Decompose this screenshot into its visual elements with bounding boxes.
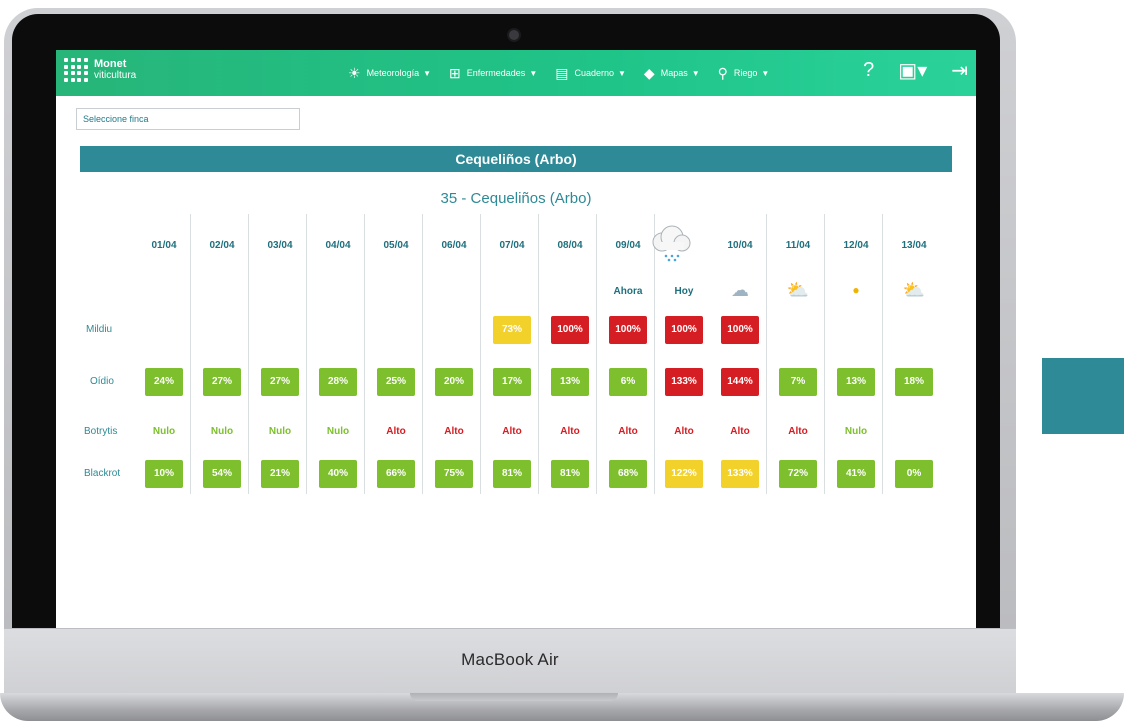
row-label-mildiu: Mildiu xyxy=(86,324,113,335)
risk-level-text: Nulo xyxy=(844,426,868,437)
risk-level-text: Nulo xyxy=(210,426,234,437)
risk-cell: 40% xyxy=(319,460,357,488)
risk-cell: 100% xyxy=(551,316,589,344)
column-divider xyxy=(824,214,825,494)
snow-cloud-icon: ☁ xyxy=(731,280,749,300)
risk-level-text: Alto xyxy=(618,426,638,437)
risk-cell: 25% xyxy=(377,368,415,396)
column-divider xyxy=(422,214,423,494)
risk-cell: 27% xyxy=(261,368,299,396)
date-header: 11/04 xyxy=(785,240,811,251)
risk-level-text: Alto xyxy=(502,426,522,437)
risk-level-text: Nulo xyxy=(326,426,350,437)
column-divider xyxy=(882,214,883,494)
risk-cell: 13% xyxy=(551,368,589,396)
risk-cell: 17% xyxy=(493,368,531,396)
risk-level-text: Nulo xyxy=(268,426,292,437)
risk-level-text: Alto xyxy=(386,426,406,437)
risk-cell: 27% xyxy=(203,368,241,396)
risk-cell: 24% xyxy=(145,368,183,396)
date-header: 03/04 xyxy=(267,240,293,251)
period-label: Ahora xyxy=(613,286,643,297)
column-divider xyxy=(538,214,539,494)
date-header: 12/04 xyxy=(843,240,869,251)
risk-cell: 7% xyxy=(779,368,817,396)
row-label-oídio: Oídio xyxy=(90,376,114,387)
risk-level-text: Alto xyxy=(444,426,464,437)
risk-cell: 28% xyxy=(319,368,357,396)
risk-cell: 66% xyxy=(377,460,415,488)
column-divider xyxy=(248,214,249,494)
risk-cell: 18% xyxy=(895,368,933,396)
risk-cell: 75% xyxy=(435,460,473,488)
risk-cell: 81% xyxy=(493,460,531,488)
partly-cloudy-icon: ⛅ xyxy=(786,280,810,300)
app-screen: Monet viticultura ☀ Meteorología ▼ ⊞ Enf… xyxy=(56,50,976,628)
date-header: 13/04 xyxy=(901,240,927,251)
risk-level-text: Alto xyxy=(730,426,750,437)
partly-cloudy-icon: ⛅ xyxy=(902,280,926,300)
risk-cell: 68% xyxy=(609,460,647,488)
risk-level-text: Alto xyxy=(674,426,694,437)
sun-icon: ● xyxy=(852,283,860,297)
rain-cloud-icon xyxy=(652,225,691,262)
camera-icon xyxy=(509,30,519,40)
date-header: 01/04 xyxy=(151,240,177,251)
column-divider xyxy=(480,214,481,494)
risk-cell: 41% xyxy=(837,460,875,488)
risk-table: 01/04 02/04 03/04 04/04 05/04 06/04 07/04 08/04… xyxy=(56,50,976,628)
decorative-teal-block xyxy=(1042,358,1124,434)
risk-cell: 133% xyxy=(665,368,703,396)
risk-cell: 144% xyxy=(721,368,759,396)
risk-level-text: Nulo xyxy=(152,426,176,437)
risk-level-text: Alto xyxy=(560,426,580,437)
risk-cell: 54% xyxy=(203,460,241,488)
risk-cell: 122% xyxy=(665,460,703,488)
risk-cell: 100% xyxy=(721,316,759,344)
risk-cell: 133% xyxy=(721,460,759,488)
risk-cell: 72% xyxy=(779,460,817,488)
risk-cell: 100% xyxy=(609,316,647,344)
row-label-blackrot: Blackrot xyxy=(84,468,121,479)
laptop-notch xyxy=(410,693,618,701)
risk-cell: 20% xyxy=(435,368,473,396)
column-divider xyxy=(306,214,307,494)
risk-cell: 73% xyxy=(493,316,531,344)
column-divider xyxy=(596,214,597,494)
risk-cell: 0% xyxy=(895,460,933,488)
date-header: 02/04 xyxy=(209,240,235,251)
risk-cell: 21% xyxy=(261,460,299,488)
date-header: 08/04 xyxy=(557,240,583,251)
risk-cell: 10% xyxy=(145,460,183,488)
risk-cell: 81% xyxy=(551,460,589,488)
risk-cell: 13% xyxy=(837,368,875,396)
date-header: 10/04 xyxy=(727,240,753,251)
date-header: 05/04 xyxy=(383,240,409,251)
column-divider xyxy=(190,214,191,494)
date-header: 07/04 xyxy=(499,240,525,251)
date-header: 04/04 xyxy=(325,240,351,251)
risk-cell: 100% xyxy=(665,316,703,344)
column-divider xyxy=(766,214,767,494)
risk-level-text: Alto xyxy=(788,426,808,437)
device-brand-label: MacBook Air xyxy=(461,650,559,669)
period-label: Hoy xyxy=(674,286,694,297)
row-label-botrytis: Botrytis xyxy=(84,426,118,437)
column-divider xyxy=(364,214,365,494)
date-header: 06/04 xyxy=(441,240,467,251)
risk-cell: 6% xyxy=(609,368,647,396)
